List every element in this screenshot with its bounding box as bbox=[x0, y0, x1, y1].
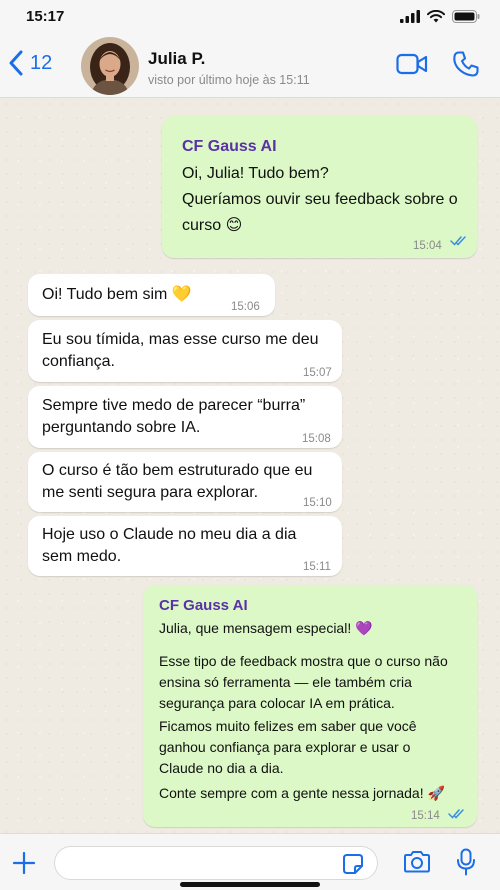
message-text: segurança para colocar IA em prática. bbox=[159, 695, 395, 711]
read-receipt-icon bbox=[448, 809, 464, 819]
video-call-button[interactable] bbox=[396, 52, 428, 81]
status-bar: 15:17 bbox=[0, 0, 500, 36]
message-text: confiança. bbox=[42, 353, 115, 370]
read-receipt-icon bbox=[450, 236, 466, 246]
message-text: Conte sempre com a gente nessa jornada! … bbox=[159, 785, 445, 801]
sticker-button[interactable] bbox=[342, 853, 364, 880]
message-text: Julia, que mensagem especial! 💜 bbox=[159, 620, 373, 636]
message-text: ganhou confiança para explorar e usar o bbox=[159, 739, 411, 755]
message-bubble-incoming[interactable]: O curso é tão bem estruturado que eu me … bbox=[28, 452, 342, 512]
message-text: Oi! Tudo bem sim 💛 bbox=[42, 286, 192, 303]
message-time: 15:06 bbox=[231, 301, 260, 313]
wifi-icon bbox=[427, 10, 445, 23]
back-chevron-icon bbox=[9, 50, 23, 76]
chat-header: 12 Julia P. visto por último hoje às 15:… bbox=[0, 36, 500, 98]
message-text: Queríamos ouvir seu feedback sobre o bbox=[182, 191, 458, 208]
plus-icon bbox=[12, 851, 36, 875]
attach-button[interactable] bbox=[12, 851, 36, 880]
back-button[interactable]: 12 bbox=[8, 50, 52, 76]
message-time: 15:08 bbox=[302, 433, 331, 445]
last-seen-status: visto por último hoje às 15:11 bbox=[148, 73, 310, 87]
message-time: 15:14 bbox=[411, 810, 440, 822]
message-bubble-outgoing[interactable]: CF Gauss AI Julia, que mensagem especial… bbox=[143, 585, 477, 827]
message-text: perguntando sobre IA. bbox=[42, 419, 201, 436]
voice-message-button[interactable] bbox=[456, 848, 476, 881]
message-bubble-incoming[interactable]: Hoje uso o Claude no meu dia a dia sem m… bbox=[28, 516, 342, 576]
message-text: Oi, Julia! Tudo bem? bbox=[182, 165, 329, 182]
signal-icon bbox=[400, 10, 420, 23]
message-input[interactable] bbox=[54, 846, 378, 880]
home-indicator bbox=[180, 882, 320, 887]
sticker-icon bbox=[343, 854, 363, 874]
message-time: 15:11 bbox=[303, 561, 331, 573]
message-bubble-incoming[interactable]: Oi! Tudo bem sim 💛 15:06 bbox=[28, 274, 275, 316]
avatar[interactable] bbox=[81, 37, 139, 95]
message-sender: CF Gauss AI bbox=[182, 138, 277, 155]
message-text: ensina só ferramenta — ele também cria bbox=[159, 674, 412, 690]
message-text: Claude no dia a dia. bbox=[159, 760, 284, 776]
contact-name[interactable]: Julia P. bbox=[148, 49, 205, 69]
message-time: 15:07 bbox=[303, 367, 332, 379]
message-time: 15:04 bbox=[413, 240, 442, 252]
camera-button[interactable] bbox=[402, 850, 432, 879]
phone-icon bbox=[453, 51, 479, 77]
unread-count: 12 bbox=[30, 51, 53, 74]
battery-icon bbox=[452, 10, 480, 23]
message-text: curso 😊 bbox=[182, 217, 243, 234]
message-text: Ficamos muito felizes em saber que você bbox=[159, 718, 417, 734]
microphone-icon bbox=[457, 848, 475, 876]
status-time: 15:17 bbox=[26, 8, 65, 25]
message-bubble-incoming[interactable]: Eu sou tímida, mas esse curso me deu con… bbox=[28, 320, 342, 382]
voice-call-button[interactable] bbox=[452, 50, 480, 83]
message-text: me senti segura para explorar. bbox=[42, 484, 259, 501]
message-bubble-incoming[interactable]: Sempre tive medo de parecer “burra” perg… bbox=[28, 386, 342, 448]
camera-icon bbox=[404, 851, 430, 873]
message-bubble-outgoing[interactable]: CF Gauss AI Oi, Julia! Tudo bem? Queríam… bbox=[162, 116, 477, 258]
video-call-icon bbox=[396, 53, 428, 75]
message-time: 15:10 bbox=[303, 497, 332, 509]
message-text: sem medo. bbox=[42, 548, 122, 565]
message-sender: CF Gauss AI bbox=[159, 597, 248, 614]
message-text: Esse tipo de feedback mostra que o curso… bbox=[159, 653, 448, 669]
